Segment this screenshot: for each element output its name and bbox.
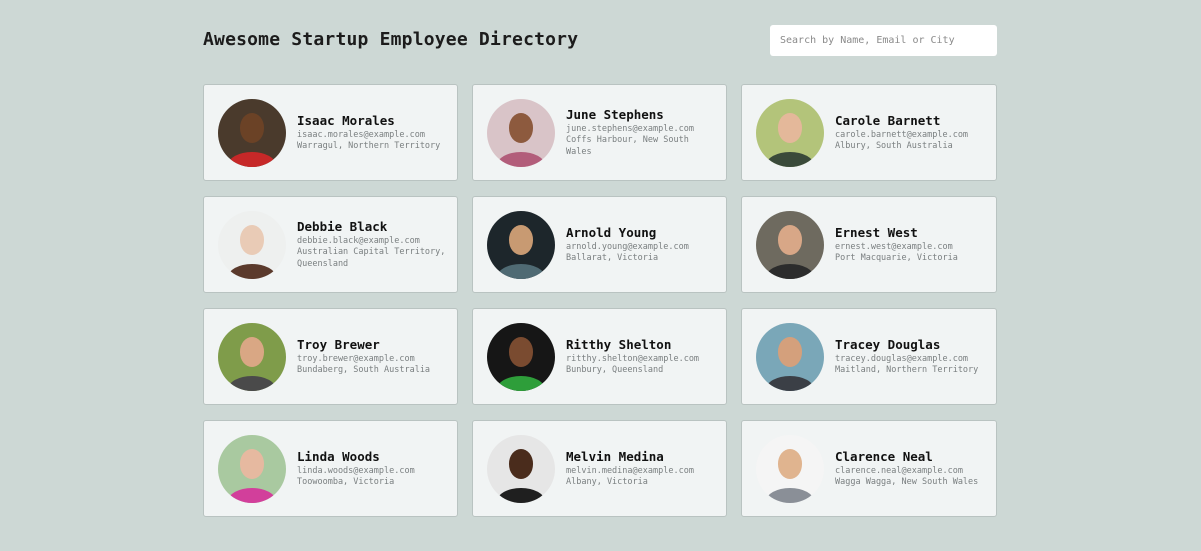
employee-city: Coffs Harbour, New South Wales [566, 135, 689, 157]
employee-name: Troy Brewer [297, 336, 380, 352]
avatar [756, 434, 824, 503]
search-input[interactable] [770, 25, 997, 56]
employee-email: arnold.young@example.com [566, 241, 689, 252]
employee-info: Clarence Neal clarence.neal@example.com … [835, 449, 978, 489]
employee-info: Carole Barnett carole.barnett@example.co… [835, 113, 968, 153]
employee-card[interactable]: Tracey Douglas tracey.douglas@example.co… [741, 308, 997, 405]
employee-name: June Stephens [566, 106, 664, 122]
employee-city: Port Macquarie, Victoria [835, 253, 958, 263]
employee-name: Linda Woods [297, 448, 380, 464]
employee-city: Maitland, Northern Territory [835, 365, 979, 375]
employee-card[interactable]: Ritthy Shelton ritthy.shelton@example.co… [472, 308, 727, 405]
employee-name: Tracey Douglas [835, 336, 941, 352]
avatar [487, 322, 555, 391]
employee-info: Debbie Black debbie.black@example.com Au… [297, 219, 447, 271]
avatar [756, 210, 824, 279]
employee-email: troy.brewer@example.com [297, 353, 415, 364]
avatar [218, 322, 286, 391]
avatar [218, 434, 286, 503]
employee-card[interactable]: Troy Brewer troy.brewer@example.com Bund… [203, 308, 458, 405]
employee-city: Toowoomba, Victoria [297, 477, 395, 487]
employee-name: Arnold Young [566, 224, 657, 240]
employee-city: Wagga Wagga, New South Wales [835, 477, 979, 487]
employee-name: Carole Barnett [835, 112, 941, 128]
employee-email: ritthy.shelton@example.com [566, 353, 700, 364]
employee-name: Isaac Morales [297, 112, 395, 128]
avatar [487, 434, 555, 503]
avatar [218, 98, 286, 167]
employee-name: Debbie Black [297, 218, 388, 234]
employee-city: Ballarat, Victoria [566, 253, 659, 263]
header: Awesome Startup Employee Directory [203, 25, 997, 57]
avatar [756, 322, 824, 391]
employee-email: debbie.black@example.com [297, 235, 420, 246]
avatar [487, 210, 555, 279]
avatar [487, 98, 555, 167]
employee-email: tracey.douglas@example.com [835, 353, 969, 364]
employee-city: Albury, South Australia [835, 141, 953, 151]
employee-info: Isaac Morales isaac.morales@example.com … [297, 113, 440, 153]
employee-card[interactable]: Debbie Black debbie.black@example.com Au… [203, 196, 458, 293]
employee-grid: Isaac Morales isaac.morales@example.com … [203, 84, 997, 517]
employee-info: Ritthy Shelton ritthy.shelton@example.co… [566, 337, 699, 377]
employee-email: carole.barnett@example.com [835, 129, 969, 140]
employee-card[interactable]: Melvin Medina melvin.medina@example.com … [472, 420, 727, 517]
employee-name: Ritthy Shelton [566, 336, 672, 352]
directory-page: Awesome Startup Employee Directory Isaac… [0, 0, 1201, 551]
employee-info: Tracey Douglas tracey.douglas@example.co… [835, 337, 978, 377]
employee-city: Albany, Victoria [566, 477, 648, 487]
employee-info: Ernest West ernest.west@example.com Port… [835, 225, 958, 265]
employee-email: june.stephens@example.com [566, 123, 694, 134]
employee-name: Ernest West [835, 224, 918, 240]
employee-city: Warragul, Northern Territory [297, 141, 441, 151]
employee-info: June Stephens june.stephens@example.com … [566, 107, 716, 159]
employee-city: Bunbury, Queensland [566, 365, 664, 375]
employee-info: Arnold Young arnold.young@example.com Ba… [566, 225, 689, 265]
employee-card[interactable]: June Stephens june.stephens@example.com … [472, 84, 727, 181]
employee-card[interactable]: Linda Woods linda.woods@example.com Toow… [203, 420, 458, 517]
employee-email: melvin.medina@example.com [566, 465, 694, 476]
employee-email: isaac.morales@example.com [297, 129, 425, 140]
employee-info: Linda Woods linda.woods@example.com Toow… [297, 449, 415, 489]
employee-card[interactable]: Clarence Neal clarence.neal@example.com … [741, 420, 997, 517]
employee-info: Troy Brewer troy.brewer@example.com Bund… [297, 337, 430, 377]
employee-name: Clarence Neal [835, 448, 933, 464]
employee-card[interactable]: Ernest West ernest.west@example.com Port… [741, 196, 997, 293]
employee-name: Melvin Medina [566, 448, 664, 464]
avatar [756, 98, 824, 167]
employee-city: Australian Capital Territory, Queensland [297, 247, 446, 269]
page-title: Awesome Startup Employee Directory [203, 29, 579, 50]
employee-email: linda.woods@example.com [297, 465, 415, 476]
employee-card[interactable]: Isaac Morales isaac.morales@example.com … [203, 84, 458, 181]
employee-info: Melvin Medina melvin.medina@example.com … [566, 449, 694, 489]
avatar [218, 210, 286, 279]
employee-card[interactable]: Carole Barnett carole.barnett@example.co… [741, 84, 997, 181]
employee-city: Bundaberg, South Australia [297, 365, 431, 375]
employee-card[interactable]: Arnold Young arnold.young@example.com Ba… [472, 196, 727, 293]
employee-email: clarence.neal@example.com [835, 465, 963, 476]
employee-email: ernest.west@example.com [835, 241, 953, 252]
